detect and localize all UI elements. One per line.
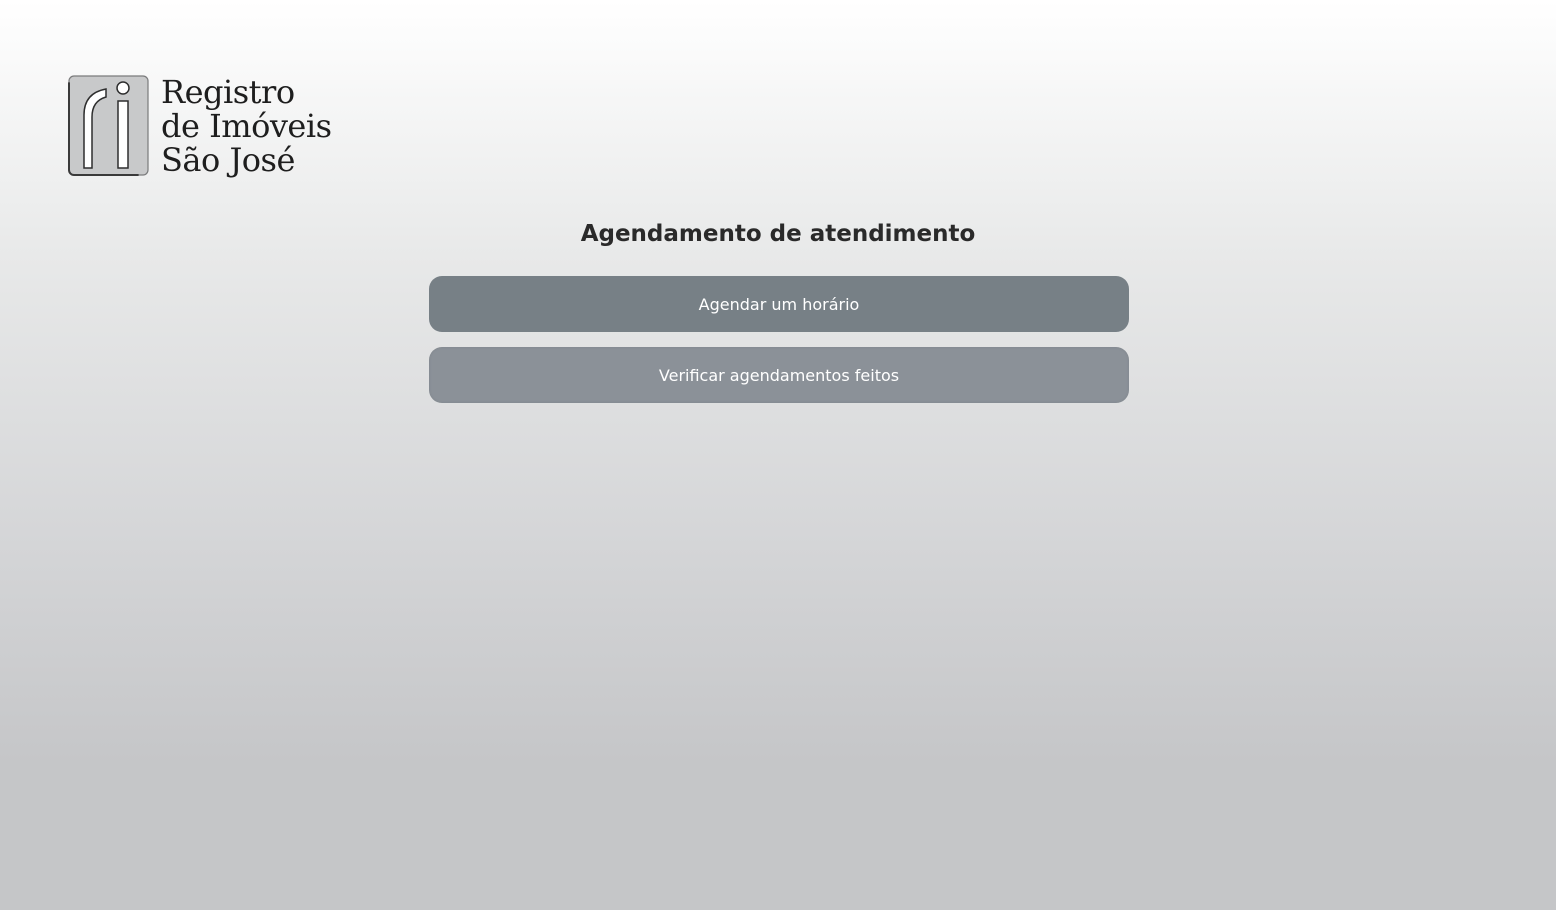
brand-line-3: São José [161,141,295,179]
brand-line-2: de Imóveis [161,107,332,145]
page-title: Agendamento de atendimento [580,221,976,247]
check-appointments-button[interactable]: Verificar agendamentos feitos [429,347,1129,403]
brand-name: Registro de Imóveis São José [161,75,332,177]
brand-line-1: Registro [161,73,295,111]
ri-monogram-icon [68,75,149,176]
brand-logo[interactable]: Registro de Imóveis São José [68,75,332,177]
schedule-appointment-button[interactable]: Agendar um horário [429,276,1129,332]
